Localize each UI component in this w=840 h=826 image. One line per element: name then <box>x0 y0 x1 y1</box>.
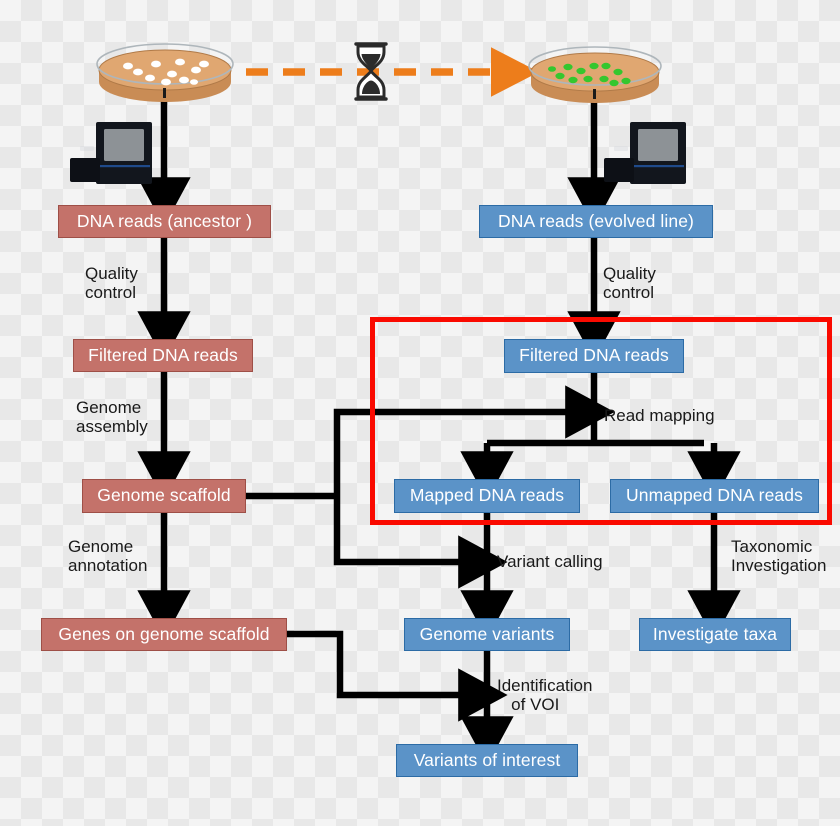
node-label: DNA reads (ancestor ) <box>76 210 253 231</box>
node-label: Unmapped DNA reads <box>626 485 803 506</box>
node-mapped-dna-reads[interactable]: Mapped DNA reads <box>394 479 580 513</box>
node-label: DNA reads (evolved line) <box>498 210 694 231</box>
hourglass-icon <box>354 42 388 101</box>
node-genome-scaffold[interactable]: Genome scaffold <box>82 479 246 513</box>
node-investigate-taxa[interactable]: Investigate taxa <box>639 618 791 651</box>
node-label: Genome variants <box>419 623 555 644</box>
node-variants-of-interest[interactable]: Variants of interest <box>396 744 578 777</box>
node-label: Filtered DNA reads <box>519 345 669 366</box>
flowchart-canvas: DNA reads (ancestor ) Filtered DNA reads… <box>0 0 840 826</box>
node-genome-variants[interactable]: Genome variants <box>404 618 570 651</box>
node-dna-reads-ancestor[interactable]: DNA reads (ancestor ) <box>58 205 271 238</box>
dna-sequencer-ancestor-icon <box>70 122 152 184</box>
edge-label-taxonomic-investigation: Taxonomic Investigation <box>731 537 827 576</box>
node-filtered-dna-reads-ancestor[interactable]: Filtered DNA reads <box>73 339 253 372</box>
petri-dish-evolved <box>528 46 662 103</box>
edge-label-quality-control-right: Quality control <box>603 264 656 303</box>
node-genes-on-genome-scaffold[interactable]: Genes on genome scaffold <box>41 618 287 651</box>
node-label: Genes on genome scaffold <box>58 623 270 644</box>
node-label: Variants of interest <box>413 749 561 770</box>
edge-label-genome-annotation: Genome annotation <box>68 537 148 576</box>
edge-label-identification-of-voi: Identification of VOI <box>497 676 593 715</box>
dna-sequencer-evolved-icon <box>604 122 686 184</box>
node-label: Investigate taxa <box>652 623 778 644</box>
node-label: Mapped DNA reads <box>409 485 565 506</box>
node-label: Filtered DNA reads <box>88 344 238 365</box>
edge-label-variant-calling: Variant calling <box>497 552 603 571</box>
node-filtered-dna-reads-evolved[interactable]: Filtered DNA reads <box>504 339 684 373</box>
edge-label-quality-control-left: Quality control <box>85 264 138 303</box>
node-label: Genome scaffold <box>97 485 231 506</box>
edge-label-read-mapping: Read mapping <box>604 406 715 425</box>
edge-label-genome-assembly: Genome assembly <box>76 398 148 437</box>
node-unmapped-dna-reads[interactable]: Unmapped DNA reads <box>610 479 819 513</box>
petri-dish-ancestor <box>96 43 234 102</box>
node-dna-reads-evolved[interactable]: DNA reads (evolved line) <box>479 205 713 238</box>
